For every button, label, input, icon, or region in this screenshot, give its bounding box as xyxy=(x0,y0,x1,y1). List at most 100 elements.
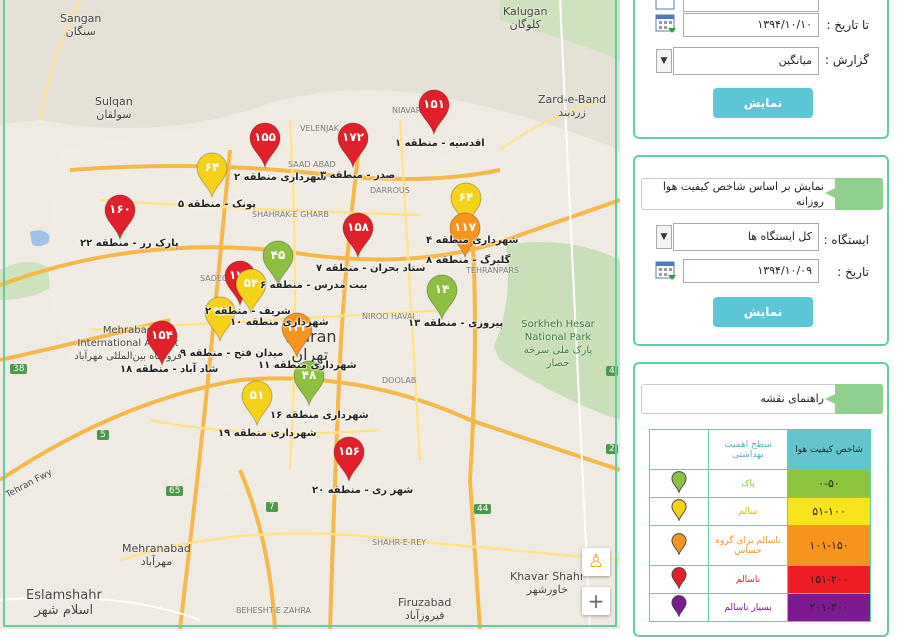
to-date-label: تا تاریخ : xyxy=(826,18,869,32)
district-label: SHAHRAK-E GHARB xyxy=(252,210,329,219)
station-label: میدان فتح - منطقه ۹ xyxy=(180,348,284,359)
station-aqi-value: ۱۷۲ xyxy=(342,130,364,144)
legend-pin-icon xyxy=(649,565,709,594)
legend-range: ۱۰۱-۱۵۰ xyxy=(787,525,871,566)
station-label: شهر ری - منطقه ۲۰ xyxy=(312,485,414,496)
road-shield: 4 xyxy=(606,366,618,376)
place-eslamshahr: Eslamshahr اسلام شهر xyxy=(26,588,102,618)
district-label: BEHESHT-E ZAHRA xyxy=(236,606,312,615)
to-date-field[interactable]: ۱۳۹۴/۱۰/۱۰ xyxy=(683,13,819,37)
station-marker-icon[interactable]: ۱۷۲ xyxy=(336,122,370,168)
road-shield: 38 xyxy=(10,364,28,374)
zoom-in-button[interactable]: + xyxy=(582,587,610,615)
report-label: گزارش : xyxy=(825,53,869,67)
panel-header: نمایش بر اساس شاخص کیفیت هوا روزانه xyxy=(641,178,883,210)
legend-pin-icon xyxy=(649,497,709,526)
calendar-icon[interactable] xyxy=(655,261,677,281)
station-aqi-value: ۱۱۷ xyxy=(454,220,476,234)
station-marker-icon[interactable]: ۱۵۱ xyxy=(417,89,451,135)
station-marker-icon[interactable]: ۱۵۴ xyxy=(145,320,179,366)
station-label: اقدسیه - منطقه ۱ xyxy=(395,138,485,149)
legend-range: ۱۵۱-۲۰۰ xyxy=(787,565,871,594)
district-label: NIROO HAVAI xyxy=(362,312,415,321)
station-label: صدر - منطقه ۳ xyxy=(320,170,396,181)
legend-row: پاک ۰-۵۰ xyxy=(649,469,871,498)
road-shield: 2 xyxy=(606,444,618,454)
station-label: گلبرگ - منطقه ۸ xyxy=(426,255,511,266)
calendar-icon[interactable] xyxy=(655,14,677,34)
legend-range: ۲۰۱-۳۰۰ xyxy=(787,593,871,622)
legend-title: راهنمای نقشه xyxy=(760,392,824,405)
station-marker-icon[interactable]: ۱۶۰ xyxy=(103,194,137,240)
station-label: شهرداری منطقه ۲ xyxy=(234,172,327,183)
legend-level-text: ناسالم xyxy=(708,565,788,594)
station-aqi-value: ۱۵۱ xyxy=(423,97,445,111)
station-aqi-value: ۱۵۸ xyxy=(347,220,369,234)
report-select[interactable]: میانگین xyxy=(673,47,819,75)
from-date-field[interactable] xyxy=(683,0,819,12)
header-tab xyxy=(825,178,883,210)
station-aqi-value: ۴۵ xyxy=(270,248,286,262)
chevron-down-icon[interactable]: ▼ xyxy=(656,225,672,249)
station-select[interactable]: کل ایستگاه ها xyxy=(673,223,819,251)
legend-level-header: سطح اهمیت بهداشتی xyxy=(708,429,788,470)
station-aqi-value: ۱۵۴ xyxy=(151,328,173,342)
show-button[interactable]: نمایش xyxy=(713,88,813,118)
station-aqi-value: ۱۵۶ xyxy=(338,444,360,458)
district-label: DARROUS xyxy=(370,186,410,195)
place-sorkheh-hesar: Sorkheh Hesar National Park پارک ملی سرخه… xyxy=(521,319,595,369)
legend-row: ناسالم ۱۵۱-۲۰۰ xyxy=(649,565,871,594)
station-marker-icon[interactable]: ۱۵۶ xyxy=(332,436,366,482)
station-label: شهرداری منطقه ۱۰ xyxy=(230,317,329,328)
road-shield: 5 xyxy=(97,430,109,440)
station-label: شهرداری منطقه ۴ xyxy=(426,235,519,246)
station-aqi-value: ۶۴ xyxy=(458,190,474,204)
legend-range: ۵۱-۱۰۰ xyxy=(787,497,871,526)
legend-pin-icon xyxy=(649,593,709,622)
station-marker-icon[interactable]: ۵۱ xyxy=(240,380,274,426)
legend-row: ناسالم برای گروه حساس ۱۰۱-۱۵۰ xyxy=(649,525,871,566)
show-button[interactable]: نمایش xyxy=(713,297,813,327)
road-shield: 44 xyxy=(474,504,492,514)
date-field[interactable]: ۱۳۹۴/۱۰/۰۹ xyxy=(683,259,819,283)
station-label: پیروزی - منطقه ۱۳ xyxy=(408,318,504,329)
map-view[interactable]: Sangan سنگان Kalugan کلوگان Sulqan سولقان Z… xyxy=(0,0,620,629)
legend-level-text: بسیار ناسالم xyxy=(708,593,788,622)
legend-level-text: سالم xyxy=(708,497,788,526)
map-legend-panel: راهنمای نقشه سطح اهمیت بهداشتی شاخص کیفی… xyxy=(633,362,889,637)
place-firuzabad: Firuzabad فیروزآباد xyxy=(398,596,452,622)
legend-level-text: ناسالم برای گروه حساس xyxy=(708,525,788,566)
station-marker-icon[interactable]: ۱۵۵ xyxy=(248,122,282,168)
legend-pin-header xyxy=(649,429,709,470)
station-label: پونک - منطقه ۵ xyxy=(178,199,256,210)
header-tab xyxy=(825,384,883,414)
panel-title: نمایش بر اساس شاخص کیفیت هوا روزانه xyxy=(662,180,824,208)
legend-index-header: شاخص کیفیت هوا xyxy=(787,429,871,470)
station-label: شهرداری منطقه ۱۹ xyxy=(218,428,317,439)
place-zard-e-band: Zard-e-Band زردبند xyxy=(538,93,607,119)
legend-table: سطح اهمیت بهداشتی شاخص کیفیت هوا پاک ۰-۵۰… xyxy=(649,429,871,622)
station-label: شریف - منطقه ۲ xyxy=(205,306,291,317)
station-aqi-value: ۶۴ xyxy=(204,160,220,174)
station-aqi-value: ۱۶۰ xyxy=(109,202,131,216)
place-sangan: Sangan سنگان xyxy=(60,12,102,38)
station-aqi-value: ۱۴ xyxy=(434,282,450,296)
station-aqi-value: ۱۵۵ xyxy=(254,130,276,144)
place-mehranabad: Mehranabad مهرآباد xyxy=(122,542,191,568)
street-view-pegman-icon[interactable]: ♙ xyxy=(582,548,610,576)
legend-row: بسیار ناسالم ۲۰۱-۳۰۰ xyxy=(649,593,871,622)
station-marker-icon[interactable]: ۱۵۸ xyxy=(341,212,375,258)
station-label: بیت مدرس - منطقه ۶ xyxy=(260,280,368,291)
station-label: شهرداری منطقه ۱۱ xyxy=(258,360,357,371)
legend-pin-icon xyxy=(649,525,709,566)
station-label: پارک رز - منطقه ۲۲ xyxy=(80,238,179,249)
station-label: ستاد بحران - منطقه ۷ xyxy=(316,263,426,274)
station-marker-icon[interactable]: ۱۴ xyxy=(425,274,459,320)
place-kalugan: Kalugan کلوگان xyxy=(503,5,548,31)
district-label: DOOLAB xyxy=(382,376,417,385)
daily-aqi-panel: نمایش بر اساس شاخص کیفیت هوا روزانه ایست… xyxy=(633,155,889,346)
legend-range: ۰-۵۰ xyxy=(787,469,871,498)
chevron-down-icon[interactable]: ▼ xyxy=(656,49,672,73)
legend-level-text: پاک xyxy=(708,469,788,498)
station-marker-icon[interactable]: ۶۴ xyxy=(195,152,229,198)
